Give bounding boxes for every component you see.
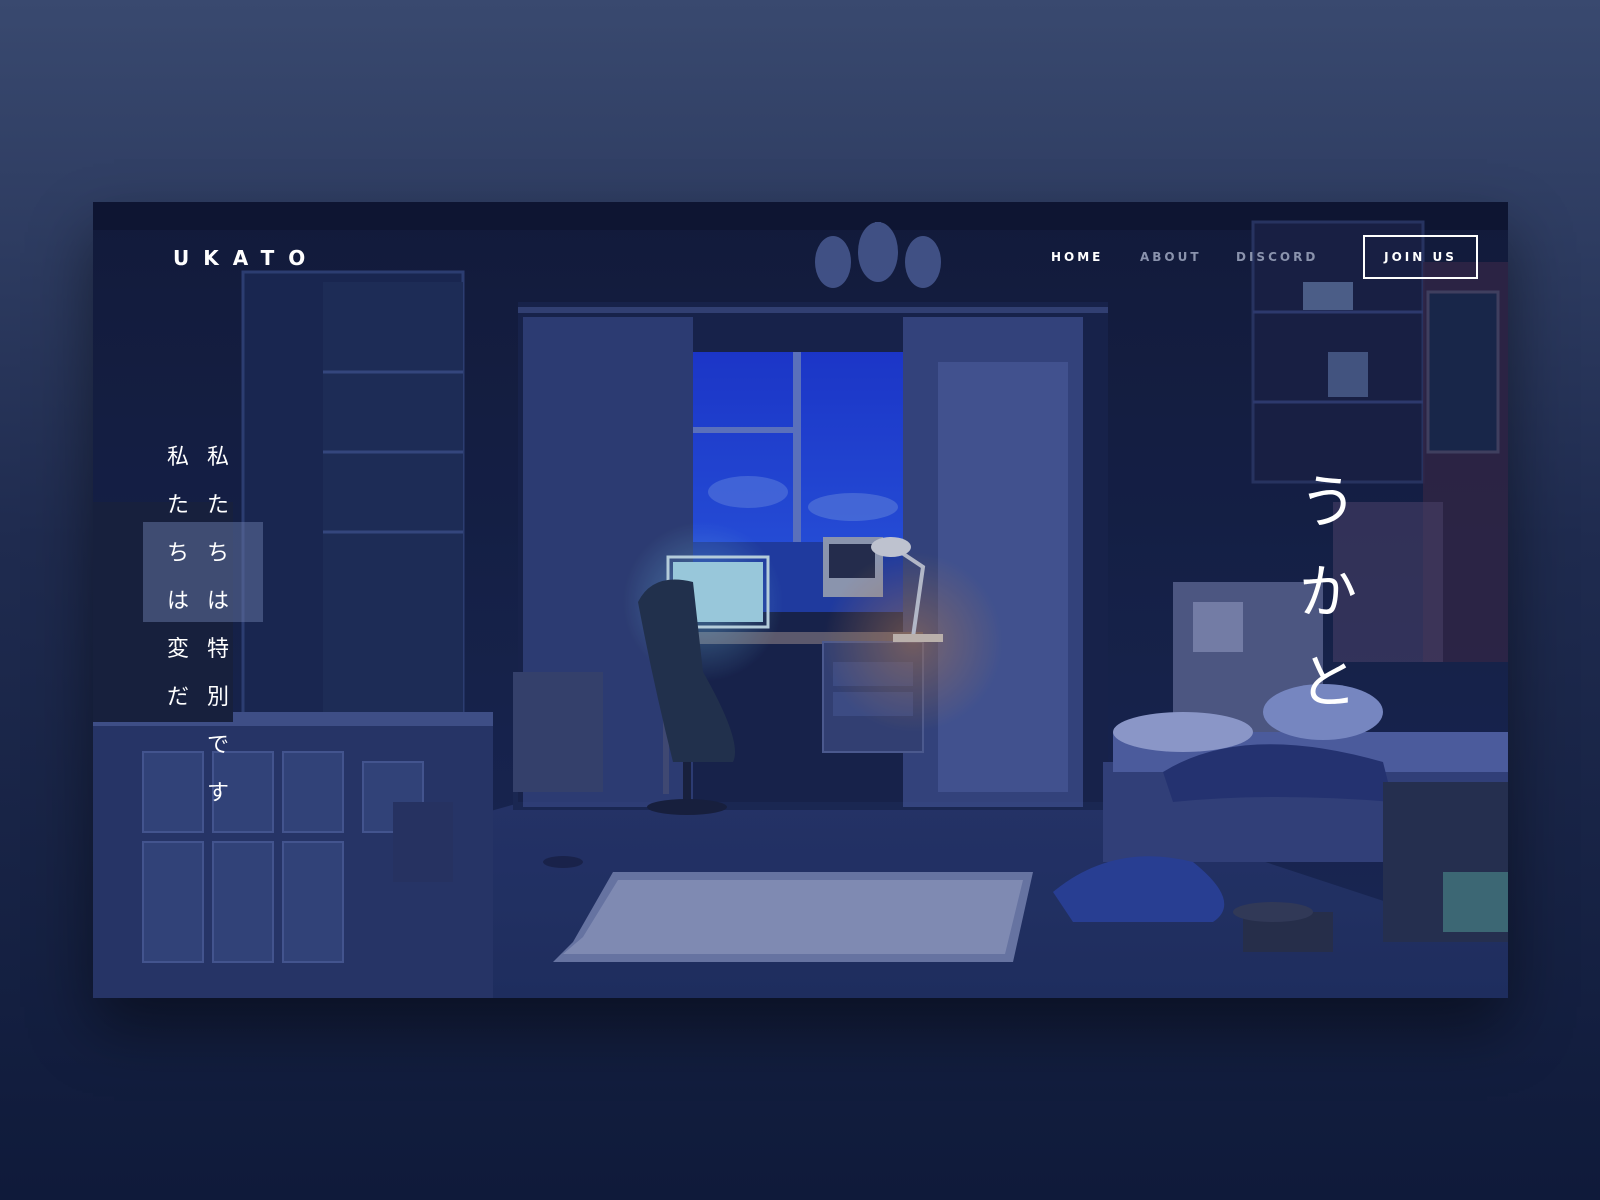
tagline-1-char: は [166, 589, 189, 614]
tagline-2-char: で [206, 733, 229, 758]
hero-title-char: か [1298, 558, 1357, 626]
hero-title-char: う [1298, 468, 1357, 536]
tagline-2-char: す [206, 781, 229, 806]
tagline-column-1: 私 た ち は 変 だ [163, 434, 193, 722]
tagline-2-char: は [206, 589, 229, 614]
tagline-1-char: 変 [166, 637, 189, 662]
tagline-1-char: た [166, 493, 189, 518]
tagline-1-char: だ [166, 685, 189, 710]
tagline-column-2: 私 た ち は 特 別 で す [203, 434, 233, 818]
tagline-1-char: ち [166, 541, 189, 566]
nav-home-link[interactable]: HOME [1051, 250, 1103, 264]
tagline-2-char: 私 [206, 445, 229, 470]
tagline-1-char: 私 [166, 445, 189, 470]
tagline-2-char: 別 [206, 685, 229, 710]
nav-discord-link[interactable]: DISCORD [1236, 250, 1318, 264]
tagline-2-char: 特 [206, 637, 229, 662]
hero-title-char: と [1298, 648, 1357, 716]
bedroom-night-illustration [93, 202, 1508, 998]
hero-frame: UKATO HOME ABOUT DISCORD JOIN US 私 た ち は… [93, 202, 1508, 998]
join-us-button[interactable]: JOIN US [1363, 235, 1478, 279]
brand-logo[interactable]: UKATO [173, 246, 319, 270]
hero-title-vertical: う か と [1298, 457, 1358, 727]
tagline-2-char: た [206, 493, 229, 518]
tagline-2-char: ち [206, 541, 229, 566]
nav-about-link[interactable]: ABOUT [1140, 250, 1202, 264]
